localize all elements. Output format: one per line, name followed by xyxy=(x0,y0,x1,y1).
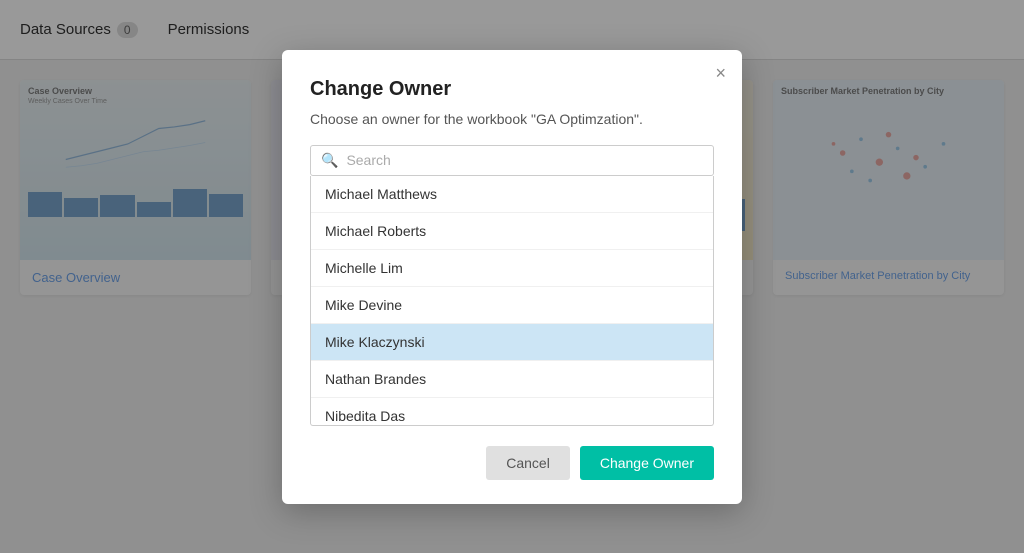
list-item[interactable]: Nathan Brandes xyxy=(311,361,713,398)
list-item[interactable]: Mike Klaczynski xyxy=(311,324,713,361)
modal-title: Change Owner xyxy=(310,78,714,101)
modal-overlay: × Change Owner Choose an owner for the w… xyxy=(0,0,1024,553)
list-item[interactable]: Nibedita Das xyxy=(311,398,713,426)
search-icon: 🔍 xyxy=(321,152,338,169)
list-item[interactable]: Michael Roberts xyxy=(311,213,713,250)
user-list: Michael MatthewsMichael RobertsMichelle … xyxy=(310,176,714,426)
change-owner-modal: × Change Owner Choose an owner for the w… xyxy=(282,50,742,504)
list-item[interactable]: Mike Devine xyxy=(311,287,713,324)
change-owner-button[interactable]: Change Owner xyxy=(580,446,714,480)
list-item[interactable]: Michael Matthews xyxy=(311,176,713,213)
cancel-button[interactable]: Cancel xyxy=(486,446,570,480)
list-item[interactable]: Michelle Lim xyxy=(311,250,713,287)
modal-footer: Cancel Change Owner xyxy=(310,446,714,480)
search-input[interactable] xyxy=(346,152,703,168)
search-container: 🔍 xyxy=(310,145,714,176)
modal-subtitle: Choose an owner for the workbook "GA Opt… xyxy=(310,111,714,127)
modal-close-button[interactable]: × xyxy=(715,64,726,82)
